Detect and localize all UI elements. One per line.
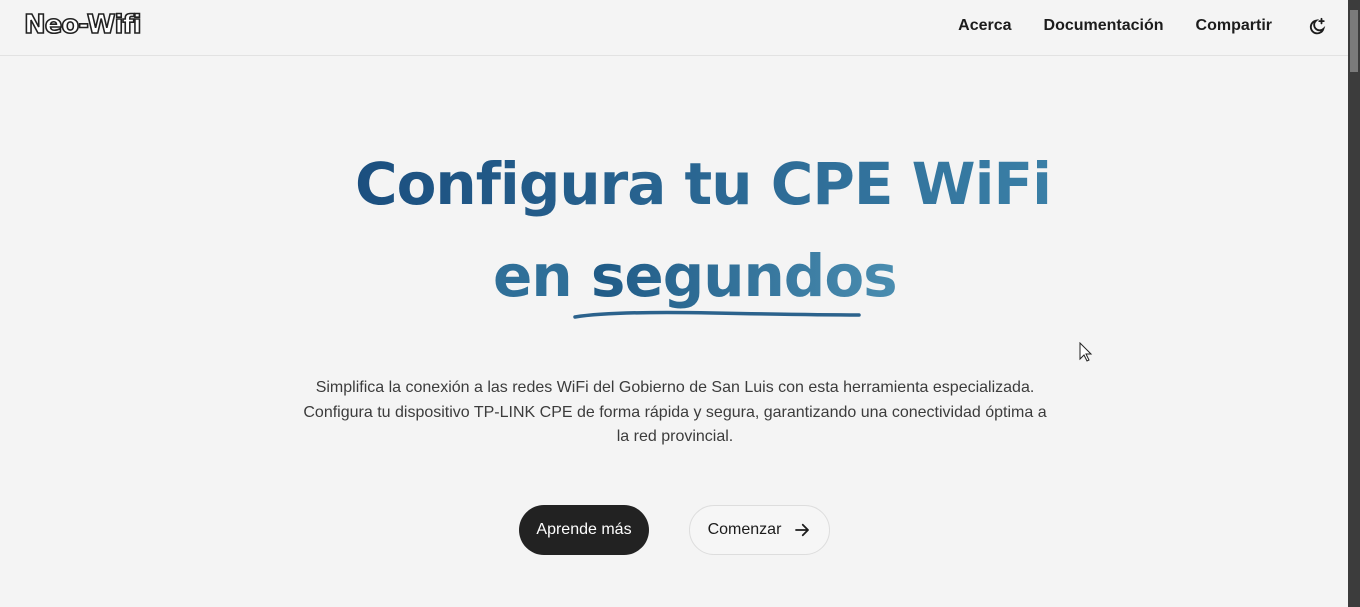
nav: Acerca Documentación Compartir [958, 17, 1272, 35]
nav-compartir[interactable]: Compartir [1196, 17, 1272, 35]
start-button[interactable]: Comenzar [689, 505, 830, 555]
start-label: Comenzar [707, 521, 782, 538]
hero-title-line2: en segundos [493, 242, 898, 310]
moon-icon[interactable] [1305, 17, 1327, 39]
scrollbar-thumb[interactable] [1350, 10, 1358, 72]
arrow-right-icon [795, 523, 810, 537]
mouse-cursor-icon [1079, 342, 1093, 362]
scrollbar[interactable] [1348, 0, 1360, 607]
learn-more-button[interactable]: Aprende más [519, 505, 649, 555]
hero-title-highlight: segundos [590, 242, 898, 310]
learn-more-label: Aprende más [536, 521, 632, 538]
hero-title-en: en [493, 242, 573, 310]
hero-title: Configura tu CPE WiFi [355, 150, 1052, 218]
nav-documentacion[interactable]: Documentación [1044, 17, 1164, 35]
underline-decoration [573, 310, 861, 319]
logo[interactable]: Neo-Wifi [23, 9, 142, 41]
hero-description: Simplifica la conexión a las redes WiFi … [303, 379, 1047, 445]
header: Neo-Wifi Acerca Documentación Compartir [0, 0, 1348, 56]
nav-acerca[interactable]: Acerca [958, 17, 1011, 35]
